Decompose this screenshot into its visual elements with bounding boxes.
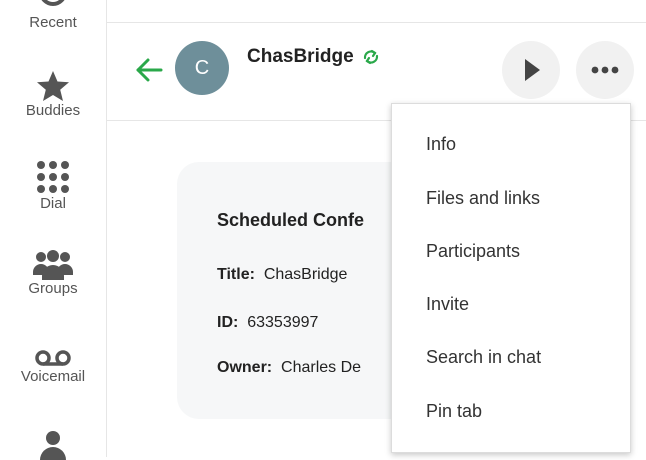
menu-item-participants[interactable]: Participants: [426, 241, 520, 262]
top-strip: [107, 0, 646, 23]
menu-item-invite[interactable]: Invite: [426, 294, 469, 315]
more-dots-icon: [591, 66, 619, 74]
field-title: Title: ChasBridge: [217, 266, 347, 284]
field-id: ID: 63353997: [217, 314, 318, 332]
field-key: Owner:: [217, 359, 273, 376]
field-key: ID:: [217, 314, 239, 331]
dialpad-icon: [37, 161, 69, 193]
rail-label: Voicemail: [20, 368, 86, 385]
rail-label: Groups: [28, 280, 78, 297]
more-options-button[interactable]: [576, 41, 634, 99]
rail-item-contacts[interactable]: [0, 430, 106, 460]
menu-item-files-and-links[interactable]: Files and links: [426, 188, 540, 209]
menu-item-pin-tab[interactable]: Pin tab: [426, 401, 482, 422]
star-icon: [37, 71, 69, 101]
group-icon: [33, 250, 73, 280]
rail-item-recent[interactable]: Recent: [0, 0, 106, 31]
person-icon: [40, 431, 66, 460]
options-menu: Info Files and links Participants Invite…: [391, 103, 631, 453]
rail-item-groups[interactable]: Groups: [0, 250, 106, 297]
avatar[interactable]: C: [175, 41, 229, 95]
menu-item-info[interactable]: Info: [426, 134, 456, 155]
rail-label: Buddies: [25, 102, 81, 119]
rail-label: Dial: [40, 195, 66, 212]
card-title: Scheduled Confe: [217, 210, 365, 230]
rail-label: Recent: [29, 14, 77, 31]
play-icon: [525, 59, 540, 81]
rail-item-voicemail[interactable]: Voicemail: [0, 348, 106, 385]
field-key: Title:: [217, 266, 255, 283]
back-arrow-icon[interactable]: [135, 58, 163, 82]
field-owner: Owner: Charles De: [217, 359, 361, 377]
chat-name: ChasBridge: [247, 46, 354, 67]
field-value: 63353997: [247, 314, 319, 331]
sync-icon: [363, 49, 379, 65]
clock-icon: [41, 0, 65, 6]
field-value: Charles De: [281, 359, 362, 376]
play-button[interactable]: [502, 41, 560, 99]
menu-item-search-in-chat[interactable]: Search in chat: [426, 347, 541, 368]
voicemail-icon: [35, 350, 71, 366]
rail-item-dial[interactable]: Dial: [0, 159, 106, 212]
rail-item-buddies[interactable]: Buddies: [0, 70, 106, 119]
left-nav-rail: Recent Buddies Dial Groups Voicemail: [0, 0, 107, 460]
field-value: ChasBridge: [263, 266, 348, 283]
